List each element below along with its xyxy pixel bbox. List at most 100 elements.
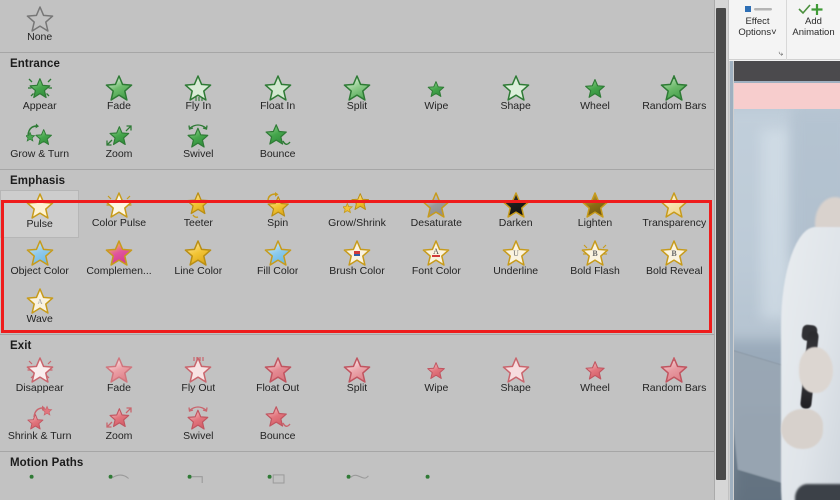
chevron-down-icon[interactable]: ˅: [771, 27, 777, 38]
motion-path-arcs-icon: [105, 474, 133, 484]
effect-item-label: Random Bars: [642, 100, 707, 112]
section-exit: Exit Disappear Fade Fly Out Float Out Split Wi…: [0, 335, 714, 451]
effect-item-teeter-star[interactable]: Teeter: [159, 190, 238, 238]
effect-item-wipe-star[interactable]: Wipe: [397, 73, 476, 121]
effect-item-motion-path-loops[interactable]: [317, 472, 396, 484]
presenter-with-microphone-photo[interactable]: [733, 109, 840, 500]
effect-item-none-star[interactable]: None: [0, 4, 79, 52]
effect-item-motion-path-turns[interactable]: [159, 472, 238, 484]
effect-item-underline-star[interactable]: U Underline: [476, 238, 555, 286]
effect-item-label: Float Out: [256, 382, 300, 394]
grow-shrink-star-icon: [341, 192, 371, 218]
effect-item-label: Teeter: [183, 217, 213, 229]
complementary-color-star-icon: [105, 240, 133, 266]
effect-item-spin-star[interactable]: Spin: [238, 190, 317, 238]
shape-star-icon: [502, 75, 530, 101]
effect-item-disappear-star[interactable]: Disappear: [0, 355, 79, 403]
effect-row: Object Color Complemen... Line Color Fill C…: [0, 238, 714, 286]
effect-item-motion-path-arcs[interactable]: [79, 472, 158, 484]
wheel-out-star-icon: [581, 357, 609, 383]
fill-color-star-icon: [264, 240, 292, 266]
effect-item-bold-flash-star[interactable]: B Bold Flash: [555, 238, 634, 286]
wheel-star-icon: [581, 75, 609, 101]
appear-star-icon: [26, 75, 54, 101]
effect-item-wheel-out-star[interactable]: Wheel: [555, 355, 634, 403]
effect-item-fly-out-star[interactable]: Fly Out: [159, 355, 238, 403]
effect-item-appear-star[interactable]: Appear: [0, 73, 79, 121]
effect-item-zoom-star[interactable]: Zoom: [79, 121, 158, 169]
effect-item-float-in-star[interactable]: Float In: [238, 73, 317, 121]
effect-item-label: Split: [346, 100, 368, 112]
effect-item-shape-star[interactable]: Shape: [476, 73, 555, 121]
fade-out-star-icon: [105, 357, 133, 383]
effect-item-label: Complemen...: [86, 265, 152, 277]
effect-item-float-out-star[interactable]: Float Out: [238, 355, 317, 403]
effect-item-label: Underline: [493, 265, 539, 277]
effect-item-fade-star[interactable]: Fade: [79, 73, 158, 121]
random-bars-out-star-icon: [660, 357, 688, 383]
slide-preview[interactable]: [729, 61, 840, 500]
effect-item-shrink-and-turn-star[interactable]: Shrink & Turn: [0, 403, 79, 451]
effect-item-shape-out-star[interactable]: Shape: [476, 355, 555, 403]
effect-item-fly-in-star[interactable]: Fly In: [159, 73, 238, 121]
effect-item-label: Pulse: [26, 218, 53, 230]
effect-item-grow-and-turn-star[interactable]: Grow & Turn: [0, 121, 79, 169]
effect-item-bounce-out-star[interactable]: Bounce: [238, 403, 317, 451]
effect-item-brush-color-star[interactable]: Brush Color: [317, 238, 396, 286]
random-bars-star-icon: [660, 75, 688, 101]
effect-item-transparency-star[interactable]: Transparency: [635, 190, 714, 238]
effect-item-font-color-star[interactable]: A Font Color: [397, 238, 476, 286]
effect-item-color-pulse-star[interactable]: Color Pulse: [79, 190, 158, 238]
effect-item-zoom-out-star[interactable]: Zoom: [79, 403, 158, 451]
effect-item-grow-shrink-star[interactable]: Grow/Shrink: [317, 190, 396, 238]
effect-item-label: Color Pulse: [91, 217, 147, 229]
dialog-box-launcher-icon[interactable]: ⤷: [779, 49, 783, 59]
effect-item-swivel-out-star[interactable]: Swivel: [159, 403, 238, 451]
effect-item-wheel-star[interactable]: Wheel: [555, 73, 634, 121]
effect-item-random-bars-out-star[interactable]: Random Bars: [635, 355, 714, 403]
fade-star-icon: [105, 75, 133, 101]
effect-item-desaturate-star[interactable]: Desaturate: [397, 190, 476, 238]
bold-flash-star-icon: B: [581, 240, 609, 266]
effect-item-complementary-color-star[interactable]: Complemen...: [79, 238, 158, 286]
effect-item-label: Line Color: [174, 265, 223, 277]
effect-item-line-color-star[interactable]: Line Color: [159, 238, 238, 286]
svg-text:B: B: [592, 249, 598, 258]
effect-item-label: Fade: [107, 382, 131, 394]
effect-options-button[interactable]: Effect Options˅ ⤷: [729, 0, 787, 60]
effect-item-label: Swivel: [183, 148, 214, 160]
effect-item-lighten-star[interactable]: Lighten: [555, 190, 634, 238]
effect-item-label: Transparency: [642, 217, 707, 229]
effect-item-motion-path-custom[interactable]: [397, 472, 476, 484]
svg-text:A: A: [37, 298, 42, 306]
effect-item-wave-star[interactable]: A Wave: [0, 286, 79, 334]
effect-item-label: Brush Color: [329, 265, 385, 277]
slide-pink-accent-band: [733, 83, 840, 109]
effect-row: Appear Fade Fly In Float In Split Wipe Shape Wh…: [0, 73, 714, 121]
add-animation-button[interactable]: Add Animation: [787, 0, 840, 60]
effect-item-motion-path-lines[interactable]: [0, 472, 79, 484]
effect-item-object-color-star[interactable]: Object Color: [0, 238, 79, 286]
effect-item-bounce-star[interactable]: Bounce: [238, 121, 317, 169]
shape-out-star-icon: [502, 357, 530, 383]
effect-item-motion-path-shapes[interactable]: [238, 472, 317, 484]
effect-options-icon: [741, 2, 775, 16]
effect-item-random-bars-star[interactable]: Random Bars: [635, 73, 714, 121]
effect-item-split-out-star[interactable]: Split: [317, 355, 396, 403]
effect-item-label: Fly In: [185, 100, 212, 112]
effect-item-fill-color-star[interactable]: Fill Color: [238, 238, 317, 286]
animation-effects-gallery[interactable]: NoneNone Entrance Appear Fade Fly In Float In…: [0, 0, 714, 484]
svg-text:A: A: [433, 247, 439, 256]
effect-item-label: Swivel: [183, 430, 214, 442]
effect-item-pulse-star[interactable]: Pulse: [0, 190, 80, 238]
line-color-star-icon: [184, 240, 212, 266]
effect-item-split-star[interactable]: Split: [317, 73, 396, 121]
effect-item-wipe-out-star[interactable]: Wipe: [397, 355, 476, 403]
zoom-star-icon: [105, 123, 133, 149]
bold-reveal-star-icon: B: [660, 240, 688, 266]
effect-item-darken-star[interactable]: Darken: [476, 190, 555, 238]
effect-item-fade-out-star[interactable]: Fade: [79, 355, 158, 403]
effect-item-swivel-star[interactable]: Swivel: [159, 121, 238, 169]
gallery-scrollbar-thumb[interactable]: [716, 8, 726, 480]
effect-item-bold-reveal-star[interactable]: B Bold Reveal: [635, 238, 714, 286]
